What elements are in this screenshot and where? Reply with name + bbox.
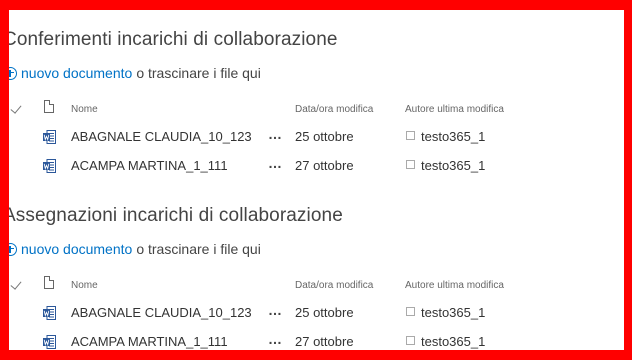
author-link[interactable]: testo365_1 [421,158,485,173]
more-actions-button[interactable]: … [268,302,283,318]
column-header-modified[interactable]: Data/ora modifica [295,104,373,115]
more-actions-button[interactable]: … [268,155,283,171]
presence-indicator-icon [406,131,415,140]
presence-indicator-icon [406,336,415,345]
file-name-link[interactable]: ACAMPA MARTINA_1_111 [71,334,228,349]
more-actions-button[interactable]: … [268,126,283,142]
file-name-link[interactable]: ACAMPA MARTINA_1_111 [71,158,228,173]
file-type-icon[interactable] [44,275,55,289]
new-document-link[interactable]: nuovo documento [21,65,132,81]
author-link[interactable]: testo365_1 [421,305,485,320]
modified-date: 27 ottobre [295,158,354,173]
file-name-link[interactable]: ABAGNALE CLAUDIA_10_123 [71,305,252,320]
list-header: Nome Data/ora modifica Autore ultima mod… [9,275,609,296]
table-row[interactable]: ACAMPA MARTINA_1_111 … 27 ottobre testo3… [9,155,609,178]
word-document-icon [43,335,56,349]
column-header-author[interactable]: Autore ultima modifica [405,280,504,291]
library-title[interactable]: Conferimenti incarichi di collaborazione [9,29,338,51]
file-name-link[interactable]: ABAGNALE CLAUDIA_10_123 [71,129,252,144]
word-document-icon [43,159,56,173]
modified-date: 25 ottobre [295,129,354,144]
modified-date: 25 ottobre [295,305,354,320]
presence-indicator-icon [406,160,415,169]
drag-drop-hint: o trascinare i file qui [136,65,261,81]
list-header: Nome Data/ora modifica Autore ultima mod… [9,99,609,120]
select-all-check-icon[interactable] [10,102,22,114]
column-header-name[interactable]: Nome [71,104,98,115]
new-document-row: nuovo documento o trascinare i file qui [9,65,261,81]
author-link[interactable]: testo365_1 [421,129,485,144]
column-header-modified[interactable]: Data/ora modifica [295,280,373,291]
table-row[interactable]: ABAGNALE CLAUDIA_10_123 … 25 ottobre tes… [9,302,609,325]
new-document-row: nuovo documento o trascinare i file qui [9,241,261,257]
highlight-frame: Conferimenti incarichi di collaborazione… [0,0,632,360]
modified-date: 27 ottobre [295,334,354,349]
more-actions-button[interactable]: … [268,331,283,347]
plus-circle-icon[interactable] [9,66,17,80]
table-row[interactable]: ABAGNALE CLAUDIA_10_123 … 25 ottobre tes… [9,126,609,149]
presence-indicator-icon [406,307,415,316]
new-document-link[interactable]: nuovo documento [21,241,132,257]
word-document-icon [43,306,56,320]
select-all-check-icon[interactable] [10,278,22,290]
file-type-icon[interactable] [44,99,55,113]
column-header-author[interactable]: Autore ultima modifica [405,104,504,115]
word-document-icon [43,130,56,144]
column-header-name[interactable]: Nome [71,280,98,291]
drag-drop-hint: o trascinare i file qui [136,241,261,257]
table-row[interactable]: ACAMPA MARTINA_1_111 … 27 ottobre testo3… [9,331,609,350]
author-link[interactable]: testo365_1 [421,334,485,349]
library-title[interactable]: Assegnazioni incarichi di collaborazione [9,205,343,227]
plus-circle-icon[interactable] [9,242,17,256]
